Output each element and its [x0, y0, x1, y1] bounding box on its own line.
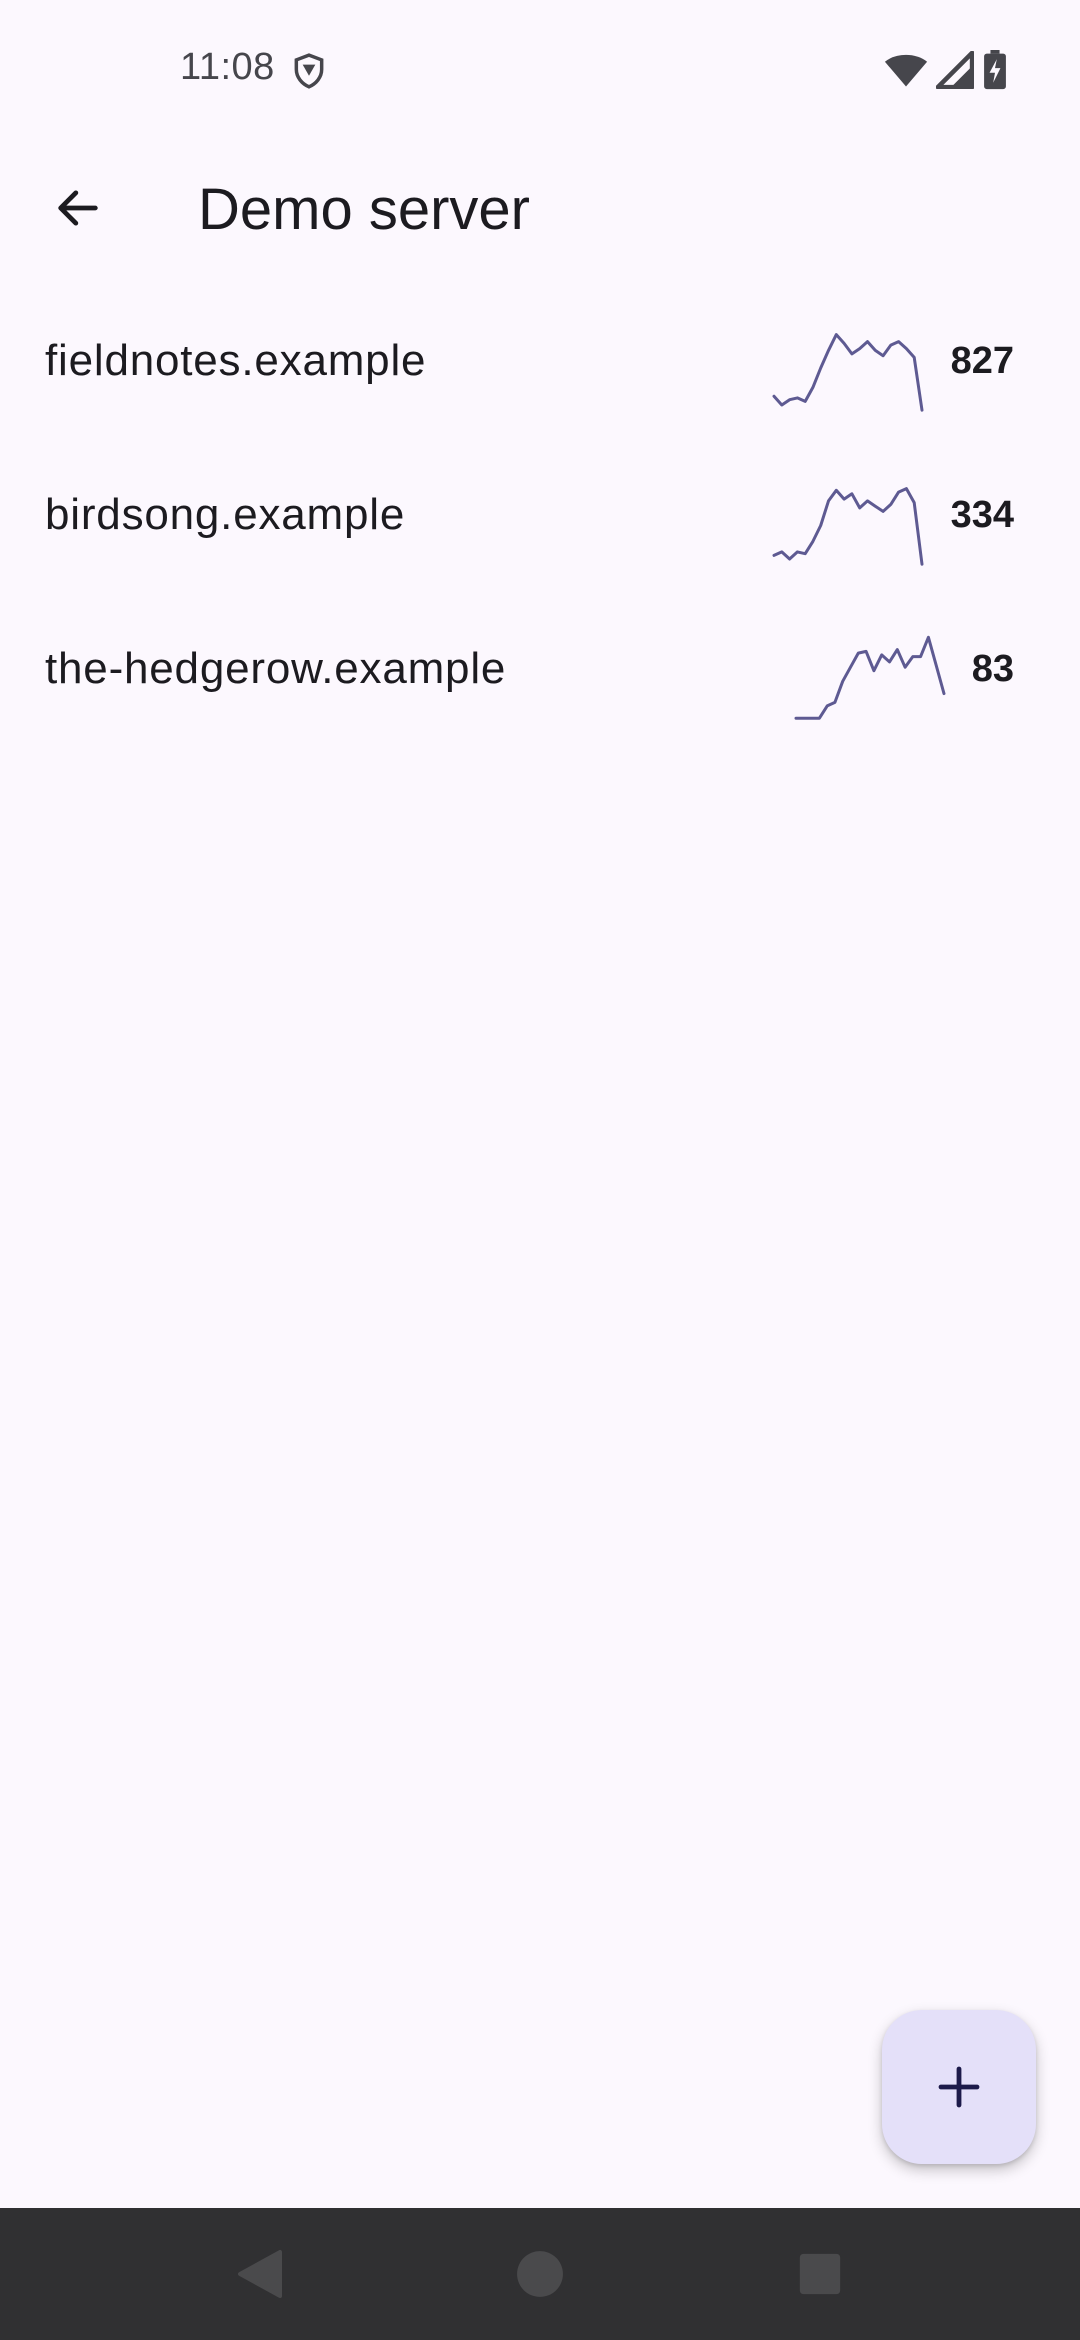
server-list: fieldnotes.example 827 birdsong.example …	[0, 290, 1080, 752]
wifi-icon	[884, 54, 928, 87]
cellular-signal-icon	[936, 51, 974, 89]
server-name: fieldnotes.example	[45, 336, 427, 385]
nav-recents-button[interactable]	[790, 2244, 850, 2304]
app-bar: Demo server	[0, 150, 1080, 274]
server-name: the-hedgerow.example	[45, 644, 507, 693]
server-count: 334	[950, 494, 1014, 536]
server-count: 83	[971, 648, 1014, 690]
screen: 11:08 Demo server fieldnotes.example 827…	[0, 0, 1080, 2340]
server-name: birdsong.example	[45, 490, 406, 539]
activity-sparkline	[794, 635, 946, 720]
status-bar: 11:08	[0, 0, 1080, 140]
system-nav-bar	[0, 2208, 1080, 2340]
back-button[interactable]	[30, 160, 126, 256]
add-server-button[interactable]	[882, 2010, 1036, 2164]
nav-back-button[interactable]	[230, 2244, 290, 2304]
sparkline-line	[772, 333, 924, 412]
recents-square-icon	[799, 2253, 841, 2295]
plus-icon	[938, 2066, 980, 2108]
sparkline-line	[772, 487, 924, 566]
sparkline-line	[794, 635, 946, 720]
activity-sparkline	[772, 333, 924, 412]
status-icons	[884, 50, 1008, 90]
nav-home-button[interactable]	[510, 2244, 570, 2304]
activity-sparkline	[772, 487, 924, 566]
list-item-the-hedgerow[interactable]: the-hedgerow.example 83	[0, 598, 1080, 752]
home-circle-icon	[517, 2251, 563, 2297]
battery-charging-icon	[984, 50, 1006, 90]
arrow-back-icon	[58, 190, 98, 226]
server-count: 827	[950, 340, 1014, 382]
shield-icon	[294, 53, 324, 89]
page-title: Demo server	[198, 177, 530, 242]
back-triangle-icon	[238, 2250, 282, 2298]
status-time: 11:08	[180, 46, 275, 88]
list-item-fieldnotes[interactable]: fieldnotes.example 827	[0, 290, 1080, 444]
list-item-birdsong[interactable]: birdsong.example 334	[0, 444, 1080, 598]
